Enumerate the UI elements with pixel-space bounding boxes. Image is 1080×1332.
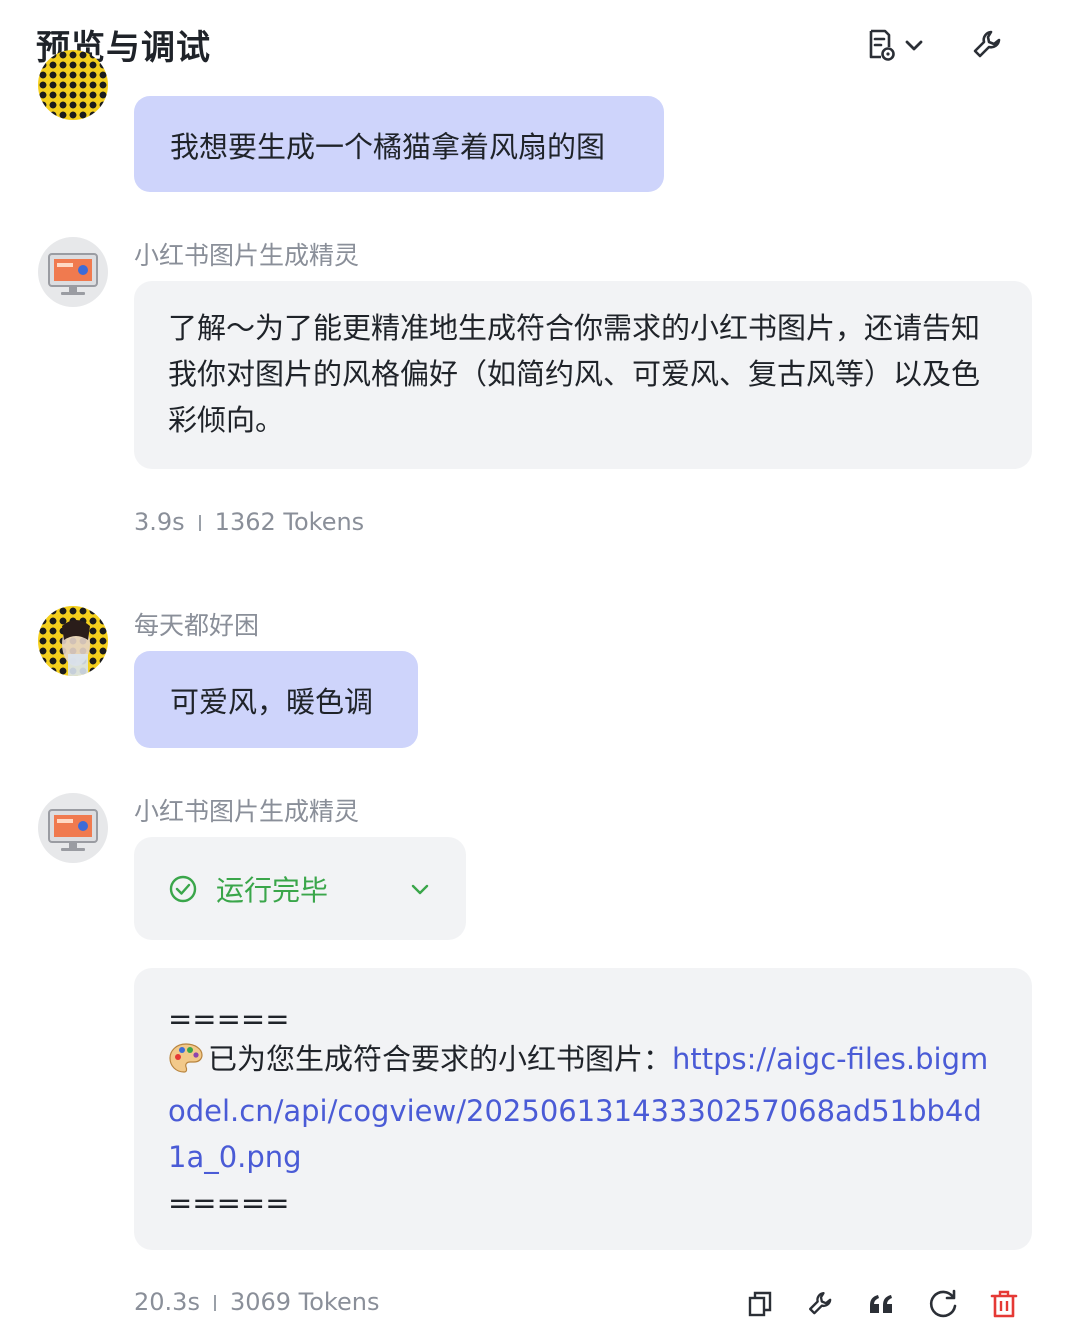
message-text: 我想要生成一个橘猫拿着风扇的图 xyxy=(170,130,606,164)
quote-icon xyxy=(867,1289,897,1319)
chevron-down-icon xyxy=(903,34,925,56)
user-message-bubble: 可爱风，暖色调 xyxy=(134,651,418,748)
token-count: 1362 Tokens xyxy=(214,508,365,536)
message-text: 了解～为了能更精准地生成符合你需求的小红书图片，还请告知我你对图片的风格偏好（如… xyxy=(168,311,981,437)
sender-name: 小红书图片生成精灵 xyxy=(134,797,360,826)
wrench-icon xyxy=(806,1289,836,1319)
header-wrench-button[interactable] xyxy=(964,24,1012,66)
check-circle-icon xyxy=(168,874,198,904)
run-status-panel[interactable]: 运行完毕 xyxy=(134,837,466,940)
meta-divider xyxy=(198,515,201,531)
response-time: 20.3s xyxy=(134,1288,200,1316)
response-time: 3.9s xyxy=(134,508,185,536)
run-status-text: 运行完毕 xyxy=(216,873,329,907)
divider-text: ===== xyxy=(168,1186,290,1220)
bot-message-bubble: 了解～为了能更精准地生成符合你需求的小红书图片，还请告知我你对图片的风格偏好（如… xyxy=(134,281,1032,469)
copy-button[interactable] xyxy=(738,1282,782,1326)
user-message-bubble: 我想要生成一个橘猫拿着风扇的图 xyxy=(134,96,664,192)
regenerate-button[interactable] xyxy=(921,1282,965,1326)
message-actions xyxy=(738,1282,1026,1326)
meta-divider xyxy=(213,1295,216,1311)
bot-message-bubble: ===== 已为您生成符合要求的小红书图片：https://aigc-files… xyxy=(134,968,1032,1250)
result-prefix: 已为您生成符合要求的小红书图片： xyxy=(208,1042,673,1076)
user-avatar xyxy=(38,606,108,676)
document-settings-icon xyxy=(863,27,899,63)
result-line: 已为您生成符合要求的小红书图片：https://aigc-files.bigmo… xyxy=(168,1036,998,1180)
copy-icon xyxy=(745,1289,775,1319)
message-meta: 20.3s 3069 Tokens xyxy=(134,1288,379,1316)
bot-avatar xyxy=(38,237,108,307)
message-meta: 3.9s 1362 Tokens xyxy=(134,508,364,536)
delete-icon xyxy=(989,1289,1019,1319)
chevron-down-icon xyxy=(408,877,432,901)
sender-name: 每天都好困 xyxy=(134,611,260,640)
quote-button[interactable] xyxy=(860,1282,904,1326)
palette-icon xyxy=(168,1041,204,1088)
delete-button[interactable] xyxy=(982,1282,1026,1326)
plugin-button[interactable] xyxy=(799,1282,843,1326)
divider-text: ===== xyxy=(168,1002,290,1036)
token-count: 3069 Tokens xyxy=(229,1288,380,1316)
user-avatar xyxy=(38,50,108,120)
bot-avatar xyxy=(38,793,108,863)
sender-name: 小红书图片生成精灵 xyxy=(134,241,360,270)
wrench-icon xyxy=(970,27,1006,63)
document-settings-button[interactable] xyxy=(856,24,932,66)
message-text: 可爱风，暖色调 xyxy=(170,685,374,719)
regenerate-icon xyxy=(927,1288,959,1320)
